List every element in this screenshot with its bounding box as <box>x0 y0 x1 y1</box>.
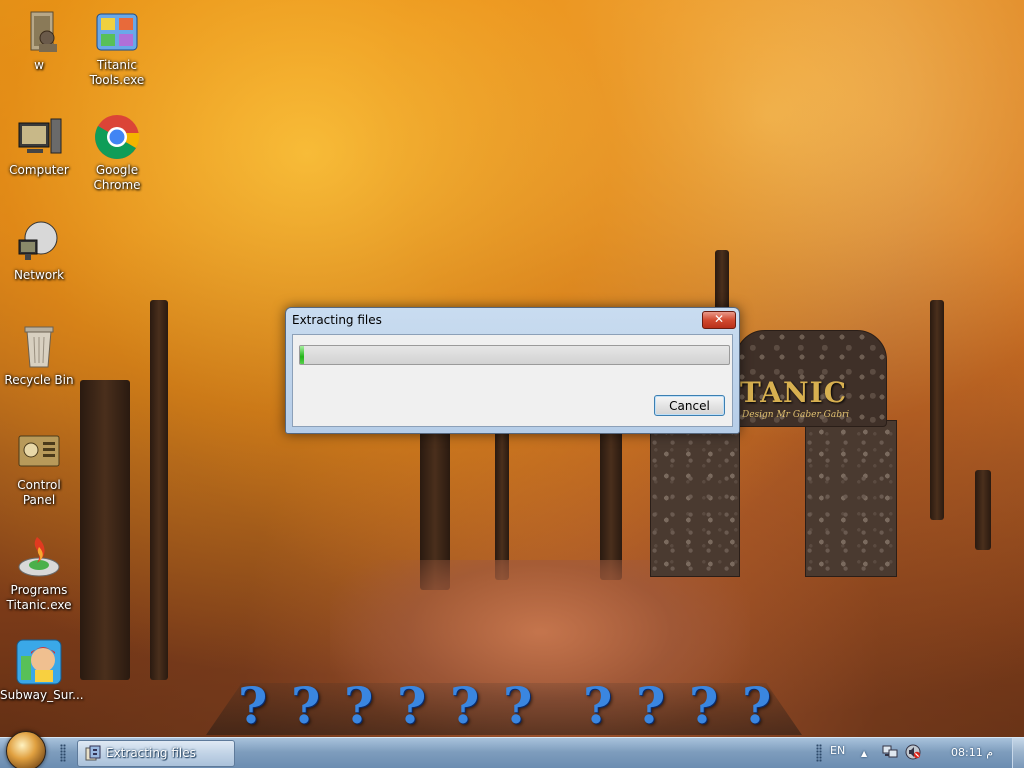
desktop-icon-google-chrome[interactable]: Google Chrome <box>78 113 156 193</box>
clock[interactable]: 08:11 م <box>951 746 993 759</box>
desktop-icon-label: Computer <box>9 163 69 177</box>
desktop-icon-label: Google Chrome <box>93 163 141 192</box>
wallpaper-tree <box>600 420 622 580</box>
network-icon <box>15 218 63 266</box>
dialog-title: Extracting files <box>292 313 382 327</box>
desktop-icon-label: Titanic Tools.exe <box>89 58 145 87</box>
taskbar-item-label: Extracting files <box>106 746 196 760</box>
desktop-icon-control-panel[interactable]: Control Panel <box>0 428 78 508</box>
dock-question-icon[interactable]: ? <box>344 676 373 736</box>
dialog-body: Cancel <box>292 334 733 427</box>
control-panel-icon <box>15 428 63 476</box>
wallpaper-brand-subtitle: Design Mr Gaber Gabri <box>742 410 850 420</box>
dialog-close-button[interactable]: ✕ <box>702 311 736 329</box>
programs-titanic-icon <box>15 533 63 581</box>
wallpaper-tree <box>975 470 991 550</box>
extracting-files-dialog: Extracting files ✕ Cancel <box>285 307 740 434</box>
show-desktop-button[interactable] <box>1012 738 1024 768</box>
chrome-icon <box>93 113 141 161</box>
desktop-icon-label: Network <box>13 268 65 282</box>
desktop-icon-label: Recycle Bin <box>4 373 74 387</box>
wallpaper-brand-text: TANIC <box>740 376 848 409</box>
dock-question-icon[interactable]: ? <box>238 676 267 736</box>
start-button[interactable] <box>6 731 46 768</box>
dock-question-icon[interactable]: ? <box>503 676 532 736</box>
desktop-icon-recycle-bin[interactable]: Recycle Bin <box>0 323 78 388</box>
recycle-bin-icon <box>15 323 63 371</box>
wallpaper-tree <box>495 430 509 580</box>
computer-icon <box>15 113 63 161</box>
desktop-icon-subway-surfers[interactable]: Subway_Sur... <box>0 638 84 703</box>
desktop-icon-label: Subway_Sur... <box>0 688 84 702</box>
desktop-icon-titanic-tools[interactable]: Titanic Tools.exe <box>78 8 156 88</box>
desktop-icon-label: Control Panel <box>17 478 61 507</box>
dock-question-icon[interactable]: ? <box>397 676 426 736</box>
progress-bar-fill <box>300 346 305 364</box>
dock-question-icon[interactable]: ? <box>689 676 718 736</box>
taskbar-item-extracting-files[interactable]: Extracting files <box>77 740 235 767</box>
cancel-button[interactable]: Cancel <box>654 395 725 416</box>
desktop-icon-label: Programs Titanic.exe <box>6 583 72 612</box>
tray-expand-icon[interactable]: ▲ <box>861 749 867 758</box>
wallpaper-tree <box>930 300 944 520</box>
titanic-tools-icon <box>93 8 141 56</box>
taskbar-grip-left[interactable] <box>60 744 66 762</box>
dock-question-icon[interactable]: ? <box>742 676 771 736</box>
speaker-muted-icon[interactable] <box>905 744 921 763</box>
extraction-progress-bar <box>299 345 730 365</box>
language-indicator[interactable]: EN <box>830 744 845 757</box>
subway-surfers-icon <box>15 638 63 686</box>
taskbar-grip-right[interactable] <box>816 744 822 762</box>
dock-question-icon[interactable]: ? <box>636 676 665 736</box>
dialog-titlebar[interactable]: Extracting files ✕ <box>286 308 739 332</box>
wallpaper-tree <box>150 300 168 680</box>
wallpaper-arch-pillar-left <box>650 420 740 577</box>
desktop-icon-w[interactable]: w <box>0 8 78 73</box>
desktop-icon-network[interactable]: Network <box>0 218 78 283</box>
close-icon: ✕ <box>713 312 725 326</box>
desktop-icon-programs-titanic[interactable]: Programs Titanic.exe <box>0 533 78 613</box>
archive-icon <box>85 745 101 761</box>
desktop-icon-computer[interactable]: Computer <box>0 113 78 178</box>
dock-question-icon[interactable]: ? <box>583 676 612 736</box>
desktop-icon-label: w <box>34 58 44 72</box>
network-tray-icon[interactable] <box>882 744 898 763</box>
dock-question-icon[interactable]: ? <box>450 676 479 736</box>
desktop: TANIC Design Mr Gaber Gabri w Titanic To… <box>0 0 1024 768</box>
dock-question-icon[interactable]: ? <box>291 676 320 736</box>
user-folder-icon <box>15 8 63 56</box>
wallpaper-tree <box>80 380 130 680</box>
wallpaper-arch-pillar-right <box>805 420 897 577</box>
